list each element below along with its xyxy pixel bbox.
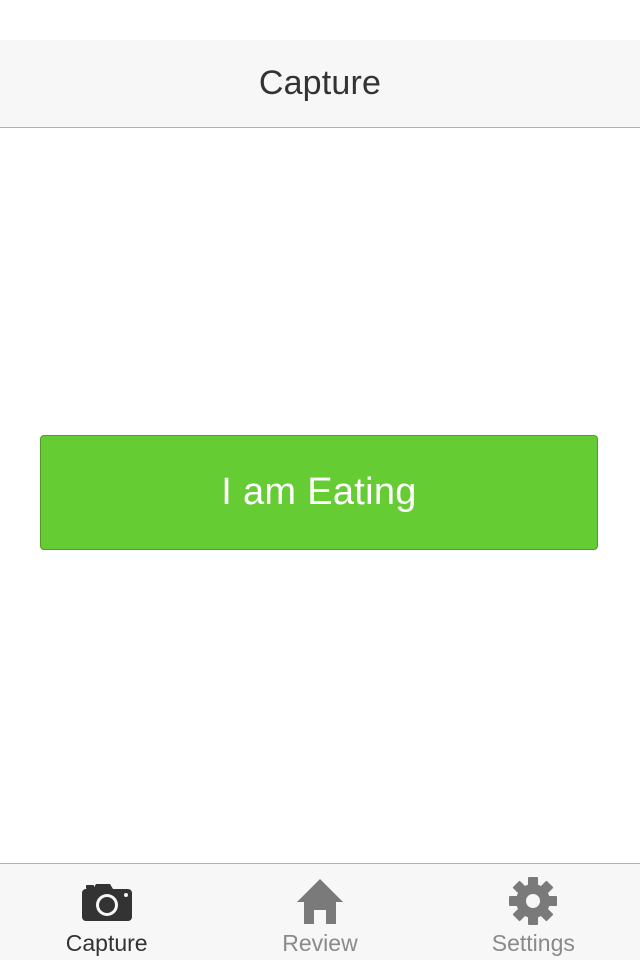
tab-settings[interactable]: Settings xyxy=(427,864,640,960)
main-content: I am Eating xyxy=(0,128,640,863)
status-bar xyxy=(0,0,640,40)
tab-review[interactable]: Review xyxy=(213,864,426,960)
i-am-eating-button[interactable]: I am Eating xyxy=(40,435,598,550)
camera-icon xyxy=(80,874,134,928)
page-title: Capture xyxy=(258,64,382,102)
tab-review-label: Review xyxy=(282,930,358,956)
tab-capture-label: Capture xyxy=(65,930,148,956)
navigation-bar: Capture xyxy=(0,40,640,128)
i-am-eating-button-label: I am Eating xyxy=(221,471,417,513)
home-icon xyxy=(295,874,345,928)
tab-capture[interactable]: Capture xyxy=(0,864,213,960)
app-screen: Capture I am Eating Capture Review Setti… xyxy=(0,0,640,960)
tab-bar: Capture Review Settings xyxy=(0,863,640,960)
gear-icon xyxy=(507,874,559,928)
tab-settings-label: Settings xyxy=(491,930,575,956)
